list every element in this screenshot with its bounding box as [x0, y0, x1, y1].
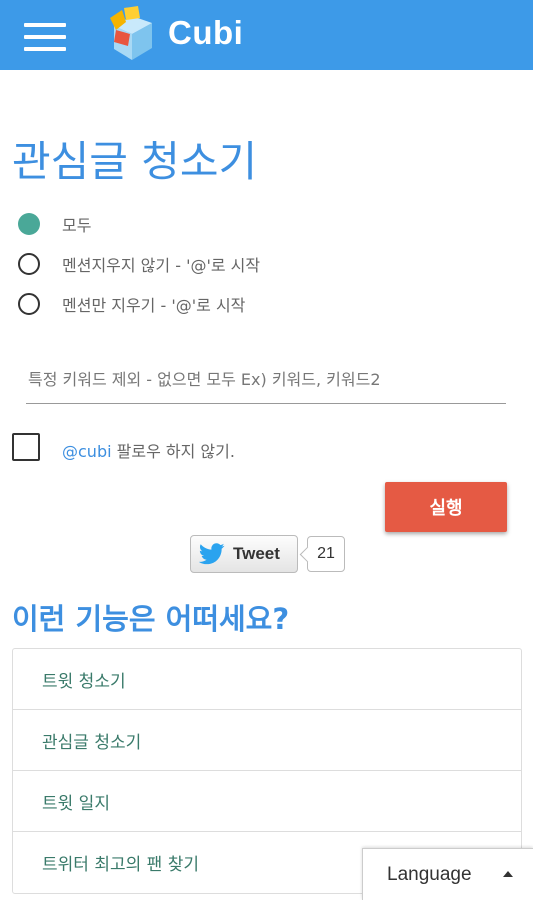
hamburger-menu-icon[interactable]	[24, 23, 66, 51]
menu-bar-line	[24, 23, 66, 27]
tweet-button[interactable]: Tweet	[190, 535, 298, 573]
tweet-count-badge: 21	[307, 536, 345, 572]
caret-up-icon	[503, 871, 513, 877]
radio-option-keep-mentions[interactable]: 멘션지우지 않기 - '@'로 시작	[18, 251, 260, 277]
suggestion-item-favorites-cleaner[interactable]: 관심글 청소기	[13, 710, 521, 771]
radio-option-all[interactable]: 모두	[18, 211, 91, 237]
suggestion-item-tweet-diary[interactable]: 트윗 일지	[13, 771, 521, 832]
radio-button-checked[interactable]	[18, 213, 40, 235]
menu-bar-line	[24, 35, 66, 39]
suggestion-item-tweet-cleaner[interactable]: 트윗 청소기	[13, 649, 521, 710]
cubi-handle-link[interactable]: @cubi	[62, 442, 112, 461]
menu-bar-line	[24, 47, 66, 51]
language-label: Language	[387, 863, 472, 885]
run-button[interactable]: 실행	[385, 482, 507, 532]
top-app-bar: Cubi	[0, 0, 533, 70]
no-follow-label: @cubi 팔로우 하지 않기.	[62, 438, 235, 462]
exclude-keyword-input[interactable]	[26, 356, 506, 404]
page-title: 관심글 청소기	[12, 137, 258, 186]
radio-label: 멘션지우지 않기 - '@'로 시작	[62, 256, 261, 275]
brand-name[interactable]: Cubi	[168, 14, 243, 52]
no-follow-label-text: 팔로우 하지 않기.	[111, 442, 235, 461]
twitter-bird-icon	[199, 543, 225, 565]
radio-label: 모두	[62, 216, 92, 235]
no-follow-checkbox[interactable]	[12, 433, 40, 461]
suggestions-title: 이런 기능은 어떠세요?	[12, 602, 290, 636]
radio-button[interactable]	[18, 253, 40, 275]
radio-option-mentions-only[interactable]: 멘션만 지우기 - '@'로 시작	[18, 291, 245, 317]
language-selector[interactable]: Language	[362, 848, 533, 900]
radio-label: 멘션만 지우기 - '@'로 시작	[62, 296, 246, 315]
cube-logo-icon[interactable]	[106, 4, 158, 64]
radio-button[interactable]	[18, 293, 40, 315]
tweet-label: Tweet	[233, 544, 280, 563]
